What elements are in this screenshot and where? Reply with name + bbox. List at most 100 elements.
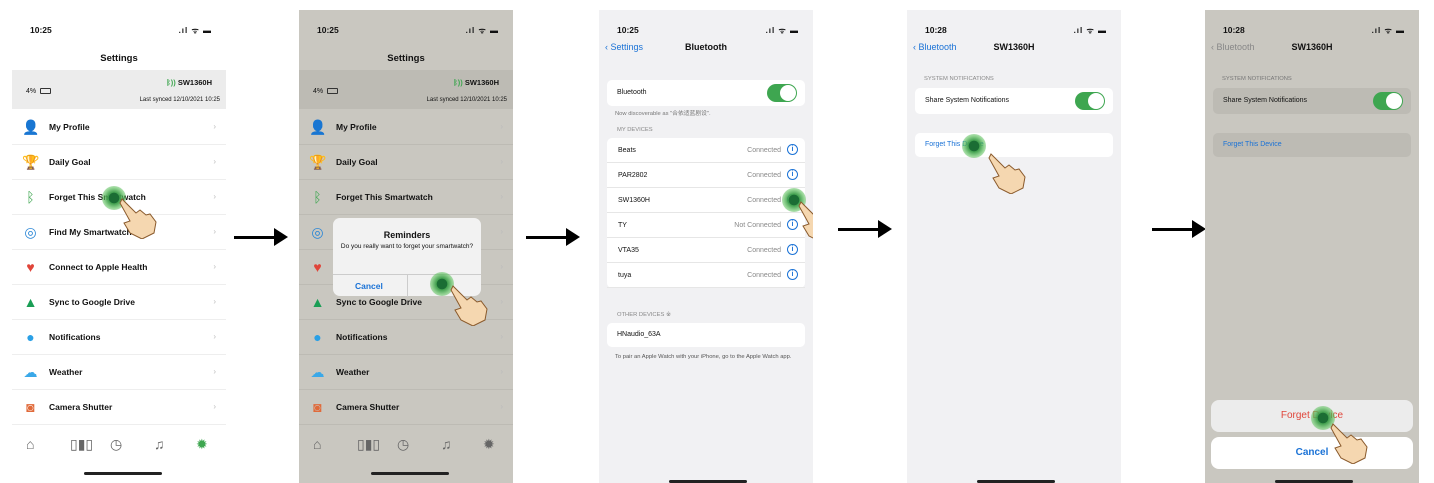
bluetooth-icon: ᛒ)) — [166, 78, 178, 87]
device-status: Connected — [747, 172, 781, 179]
my-devices-header: MY DEVICES — [617, 127, 653, 133]
menu-item[interactable]: 🏆 Daily Goal › — [12, 145, 226, 180]
gear-icon: ✹ — [483, 436, 495, 452]
bluetooth-icon: ᛒ)) — [453, 78, 465, 87]
signal-wifi-battery-icon: .ıl ᯤ ▬ — [1371, 25, 1405, 35]
person-icon: 👤 — [309, 119, 327, 135]
menu-item[interactable]: ◙ Camera Shutter › — [12, 390, 226, 425]
bluetooth-watch-icon: ᛒ — [26, 189, 35, 205]
stats-icon[interactable]: ▯▮▯ — [70, 436, 93, 453]
menu-item-label: Weather — [336, 367, 370, 377]
device-row[interactable]: SW1360HConnectedi — [607, 188, 805, 213]
page-title: SW1360H — [1291, 42, 1333, 52]
status-time: 10:28 — [925, 25, 947, 35]
menu-item: ◙ Camera Shutter › — [299, 390, 513, 425]
hand-pointer-icon — [450, 285, 488, 326]
menu-item-label: Connect to Apple Health — [49, 262, 148, 272]
device-name: TY — [618, 222, 627, 229]
status-bar: 10:25 .ıl ᯤ ▬ — [317, 24, 499, 36]
device-card[interactable]: 4% ᛒ)) SW1360H Last synced 12/10/2021 10… — [12, 70, 226, 109]
chevron-right-icon: › — [213, 402, 216, 411]
info-icon[interactable]: i — [787, 169, 798, 180]
device-row[interactable]: TY Not Connected i — [607, 213, 805, 238]
system-notifications-header: SYSTEM NOTIFICATIONS — [1222, 76, 1292, 82]
menu-item[interactable]: ♥ Connect to Apple Health › — [12, 250, 226, 285]
status-time: 10:25 — [30, 25, 52, 35]
arrow-icon — [234, 228, 288, 246]
hand-pointer-icon — [119, 198, 157, 239]
menu-item-label: Sync to Google Drive — [49, 297, 135, 307]
chevron-right-icon: › — [500, 367, 503, 376]
signal-wifi-battery-icon: .ıl ᯤ ▬ — [1073, 25, 1107, 35]
device-card: 4% ᛒ)) SW1360H Last synced 12/10/2021 10… — [299, 70, 513, 109]
home-icon[interactable]: ⌂ — [26, 436, 34, 452]
discoverable-note: Now discoverable as "合依适蓝剧设". — [615, 111, 711, 117]
device-row[interactable]: PAR2802 Connected i — [607, 163, 805, 188]
arrow-icon — [838, 220, 892, 238]
drive-icon: ▲ — [23, 294, 38, 310]
battery-icon — [327, 88, 339, 95]
chevron-right-icon: › — [213, 297, 216, 306]
status-bar: 10:28 .ıl ᯤ ▬ — [925, 24, 1107, 36]
chevron-right-icon: › — [500, 227, 503, 236]
menu-item-label: Forget This Smartwatch — [336, 192, 433, 202]
menu-item[interactable]: ▲ Sync to Google Drive › — [12, 285, 226, 320]
clock-icon[interactable]: ◷ — [110, 436, 122, 453]
sheet-cancel-button[interactable]: Cancel — [1211, 437, 1413, 469]
device-name-text: SW1360H — [464, 78, 499, 87]
battery-indicator: 4% — [26, 88, 52, 95]
battery-percent: 4% — [313, 88, 324, 95]
menu-item: ᛒ Forget This Smartwatch › — [299, 180, 513, 215]
chevron-right-icon: › — [213, 367, 216, 376]
info-icon[interactable]: i — [787, 244, 798, 255]
device-status: Connected — [747, 147, 781, 154]
bell-icon: ♫ — [441, 436, 452, 452]
bluetooth-toggle[interactable] — [767, 84, 797, 102]
arrow-icon — [526, 228, 580, 246]
device-row[interactable]: Beats Connected i — [607, 138, 805, 163]
person-icon: 👤 — [22, 119, 40, 135]
bell-icon[interactable]: ♫ — [154, 436, 165, 452]
hand-pointer-icon — [798, 201, 813, 239]
tutorial-strip: 10:25 .ıl ᯤ ▬ Settings 4% ᛒ)) SW1360H Las… — [0, 0, 1434, 483]
device-status: Not Connected — [734, 222, 781, 229]
nav-bar: ‹ Bluetooth SW1360H — [907, 42, 1121, 56]
gear-icon[interactable]: ✹ — [196, 436, 208, 453]
menu-item: ☁ Weather › — [299, 355, 513, 390]
menu-item-label: Sync to Google Drive — [336, 297, 422, 307]
menu-item-label: Notifications — [336, 332, 388, 342]
pair-note: To pair an Apple Watch with your iPhone,… — [615, 354, 792, 360]
other-device-row[interactable]: HNaudio_63A — [607, 323, 805, 347]
other-device-name: HNaudio_63A — [617, 331, 661, 338]
trophy-icon: 🏆 — [22, 154, 40, 170]
chevron-right-icon: › — [213, 227, 216, 236]
page-title: SW1360H — [993, 42, 1035, 52]
drive-icon: ▲ — [310, 294, 325, 310]
chat-icon: ● — [26, 329, 35, 345]
info-icon[interactable]: i — [787, 144, 798, 155]
arrow-icon — [1152, 220, 1206, 238]
menu-item[interactable]: ☁ Weather › — [12, 355, 226, 390]
device-row[interactable]: tuya Connected i — [607, 263, 805, 288]
menu-item-label: Camera Shutter — [49, 402, 113, 412]
share-toggle[interactable] — [1075, 92, 1105, 110]
home-indicator — [371, 472, 449, 475]
trophy-icon: 🏆 — [309, 154, 327, 170]
heart-icon: ♥ — [313, 259, 322, 275]
device-name: SW1360H — [618, 197, 650, 204]
cancel-button[interactable]: Cancel — [355, 281, 383, 291]
device-row[interactable]: VTA35 Connected i — [607, 238, 805, 263]
forget-device-link: Forget This Device — [1223, 141, 1282, 148]
menu-item[interactable]: ● Notifications › — [12, 320, 226, 355]
info-icon[interactable]: i — [787, 269, 798, 280]
weather-icon: ☁ — [23, 364, 38, 380]
heart-icon: ♥ — [26, 259, 35, 275]
chevron-right-icon: › — [213, 262, 216, 271]
menu-item[interactable]: 👤 My Profile › — [12, 110, 226, 145]
menu-item: 🏆 Daily Goal › — [299, 145, 513, 180]
chevron-right-icon: › — [213, 122, 216, 131]
device-name: VTA35 — [618, 247, 639, 254]
chevron-right-icon: › — [500, 297, 503, 306]
status-bar: 10:25 .ıl ᯤ ▬ — [617, 24, 799, 36]
weather-icon: ☁ — [310, 364, 325, 380]
